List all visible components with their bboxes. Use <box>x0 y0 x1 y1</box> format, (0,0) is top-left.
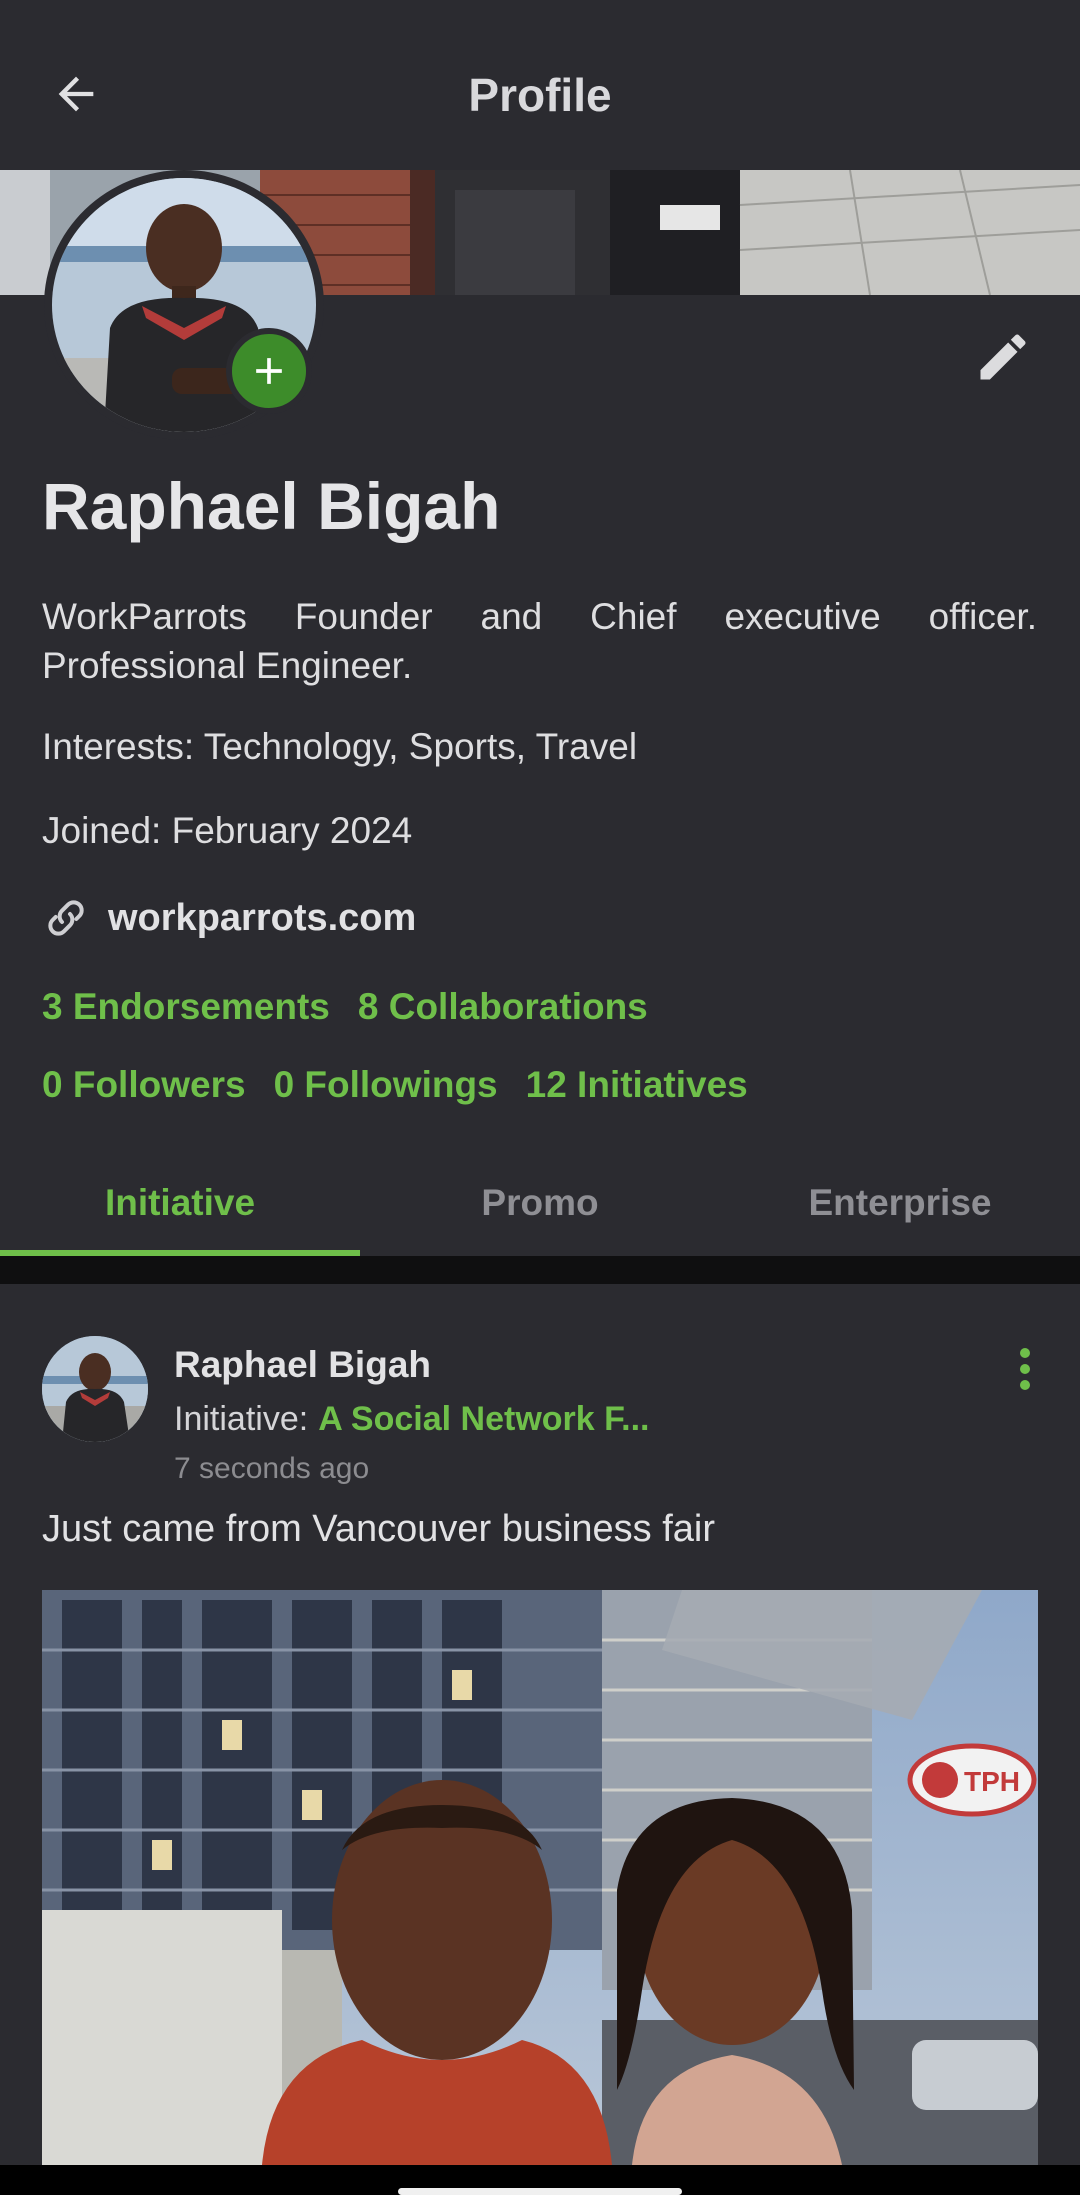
tab-enterprise[interactable]: Enterprise <box>720 1160 1080 1256</box>
link-icon <box>48 900 84 936</box>
tab-promo[interactable]: Promo <box>360 1160 720 1256</box>
post-more-button[interactable] <box>1000 1344 1050 1394</box>
profile-tabs: Initiative Promo Enterprise <box>0 1160 1080 1256</box>
stats-row-2: 0 Followers 0 Followings 12 Initiatives <box>42 1064 748 1106</box>
followers-link[interactable]: 0 Followers <box>42 1064 246 1106</box>
endorsements-link[interactable]: 3 Endorsements <box>42 986 330 1028</box>
tab-initiative[interactable]: Initiative <box>0 1160 360 1256</box>
more-vertical-icon <box>1020 1348 1030 1390</box>
svg-text:TPH: TPH <box>964 1766 1020 1797</box>
post-author-avatar[interactable] <box>42 1336 148 1442</box>
add-photo-button[interactable] <box>226 328 312 414</box>
website-link[interactable]: workparrots.com <box>42 888 416 948</box>
section-divider <box>0 1256 1080 1284</box>
profile-screen: Profile Raphael Bigah WorkParrots Founde… <box>0 0 1080 2195</box>
post-initiative-label: Initiative: <box>174 1400 309 1438</box>
followings-link[interactable]: 0 Followings <box>274 1064 498 1106</box>
post-timestamp: 7 seconds ago <box>174 1452 370 1485</box>
plus-icon <box>256 358 282 384</box>
profile-name: Raphael Bigah <box>42 469 501 543</box>
edit-profile-button[interactable] <box>968 322 1038 392</box>
initiatives-link[interactable]: 12 Initiatives <box>526 1064 748 1106</box>
post-text: Just came from Vancouver business fair <box>42 1508 716 1550</box>
website-text: workparrots.com <box>108 896 417 939</box>
collaborations-link[interactable]: 8 Collaborations <box>358 986 648 1028</box>
profile-joined-date: Joined: February 2024 <box>42 810 413 851</box>
post-initiative-link[interactable]: A Social Network F... <box>318 1400 649 1438</box>
profile-interests: Interests: Technology, Sports, Travel <box>42 726 638 767</box>
home-indicator[interactable] <box>398 2188 682 2195</box>
app-bar: Profile <box>0 0 1080 170</box>
stats-row-1: 3 Endorsements 8 Collaborations <box>42 986 648 1028</box>
page-title: Profile <box>468 69 612 121</box>
post-initiative: Initiative: A Social Network F... <box>174 1400 649 1439</box>
pencil-icon <box>980 334 1026 380</box>
post-author-name[interactable]: Raphael Bigah <box>174 1344 431 1386</box>
post-image[interactable]: TPH <box>42 1590 1038 2165</box>
profile-bio: WorkParrots Founder and Chief executive … <box>42 596 1037 686</box>
